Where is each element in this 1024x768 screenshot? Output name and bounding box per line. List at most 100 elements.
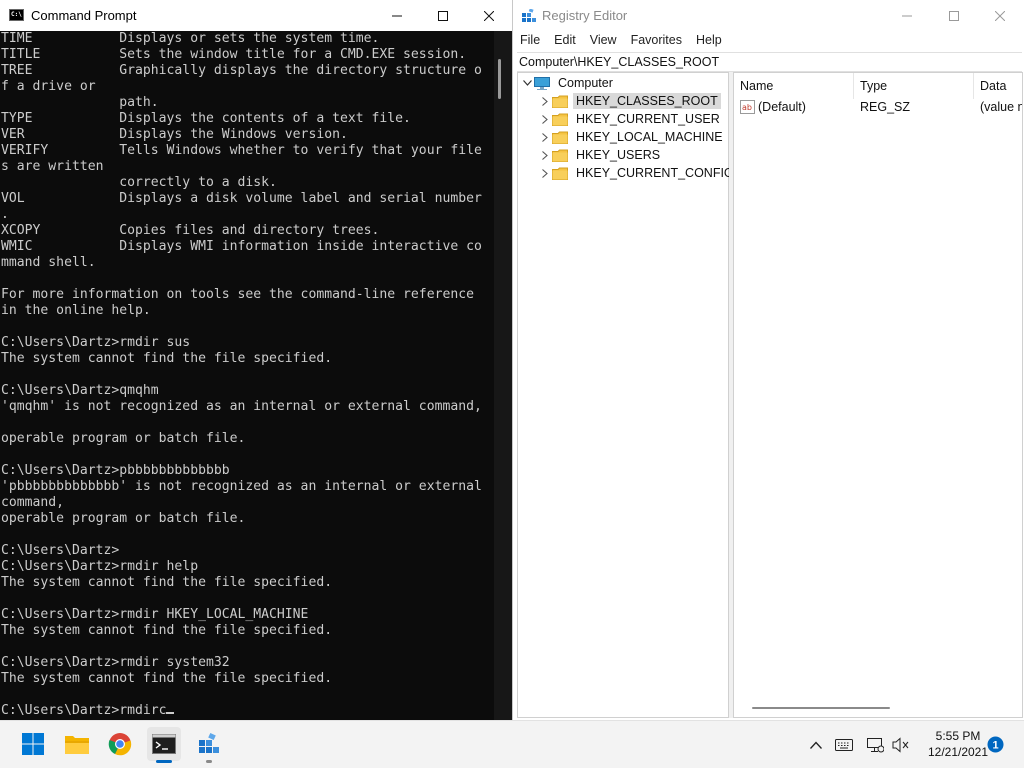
text-cursor: [165, 712, 174, 714]
regedit-titlebar[interactable]: Registry Editor: [513, 0, 1024, 31]
console-line: TITLE Sets the window title for a CMD.EX…: [1, 47, 467, 62]
taskbar-command-prompt[interactable]: [147, 727, 181, 763]
console-line: TREE Graphically displays the directory …: [1, 63, 482, 78]
console-line: operable program or batch file.: [1, 431, 246, 446]
taskbar: 5:55 PM 12/21/2021: [0, 720, 1024, 768]
keyboard-icon: [835, 739, 853, 751]
column-header-type[interactable]: Type: [854, 73, 974, 99]
string-value-icon: ab: [740, 100, 755, 114]
taskbar-file-explorer[interactable]: [60, 727, 94, 761]
console-line: mmand shell.: [1, 255, 96, 270]
maximize-icon: [438, 10, 448, 21]
chevron-down-icon[interactable]: [520, 74, 534, 92]
regedit-minimize-button[interactable]: [884, 0, 930, 31]
value-type: REG_SZ: [860, 100, 911, 114]
notification-badge[interactable]: 1: [987, 736, 1004, 758]
keyboard-layout-button[interactable]: [834, 735, 854, 755]
console-line: C:\Users\Dartz>rmdir HKEY_LOCAL_MACHINE: [1, 607, 309, 622]
tree-item-hkey-local-machine[interactable]: HKEY_LOCAL_MACHINE: [538, 128, 726, 146]
cmd-titlebar[interactable]: C:\ Command Prompt: [0, 0, 512, 31]
regedit-close-button[interactable]: [977, 0, 1023, 31]
registry-values-pane[interactable]: Name Type Data ab (Default) REG_SZ (valu…: [733, 72, 1023, 718]
taskbar-chrome[interactable]: [103, 727, 137, 761]
file-explorer-icon: [65, 736, 89, 754]
chrome-icon: [108, 733, 132, 756]
console-output[interactable]: TIME Displays or sets the system time. T…: [0, 31, 494, 720]
value-name: (Default): [758, 100, 806, 114]
start-icon: [22, 733, 44, 755]
chevron-right-icon[interactable]: [538, 164, 552, 182]
console-line: The system cannot find the file specifie…: [1, 671, 333, 686]
menu-edit[interactable]: Edit: [547, 31, 583, 51]
tree-item-label: HKEY_CURRENT_CONFIG: [576, 166, 734, 180]
cmd-window-title: Command Prompt: [31, 8, 137, 23]
tree-item-computer[interactable]: Computer: [520, 74, 616, 92]
console-line: .: [1, 207, 9, 222]
cmd-app-icon: C:\: [9, 9, 24, 21]
chevron-up-icon: [810, 741, 822, 749]
network-button[interactable]: [865, 735, 885, 755]
scrollbar-thumb[interactable]: [498, 59, 501, 99]
tree-item-label: HKEY_USERS: [576, 148, 661, 162]
registry-value-row[interactable]: ab (Default) REG_SZ (value not set): [734, 99, 1022, 117]
menu-help[interactable]: Help: [689, 31, 729, 51]
horizontal-scrollbar-thumb[interactable]: [752, 707, 890, 709]
console-prompt-line: C:\Users\Dartz>rmdirc: [1, 703, 167, 718]
console-line: in the online help.: [1, 303, 151, 318]
chevron-right-icon[interactable]: [538, 128, 552, 146]
regedit-maximize-button[interactable]: [931, 0, 977, 31]
network-disconnected-icon: [867, 738, 884, 753]
console-line: WMIC Displays WMI information inside int…: [1, 239, 482, 254]
console-line: XCOPY Copies files and directory trees.: [1, 223, 380, 238]
address-bar[interactable]: Computer\HKEY_CLASSES_ROOT: [517, 52, 1022, 72]
chevron-right-icon[interactable]: [538, 92, 552, 110]
chevron-right-icon[interactable]: [538, 110, 552, 128]
volume-muted-icon: [892, 737, 909, 753]
cmd-minimize-button[interactable]: [374, 0, 420, 31]
folder-icon: [552, 149, 568, 162]
console-text: TIME Displays or sets the system time. T…: [0, 31, 494, 719]
registry-editor-window[interactable]: Registry Editor File Edit View Favorites…: [512, 0, 1024, 720]
console-history: TIME Displays or sets the system time. T…: [1, 31, 482, 686]
value-data: (value not set): [980, 100, 1022, 114]
column-header-data[interactable]: Data: [974, 73, 1022, 99]
tree-root-label: Computer: [558, 76, 613, 90]
regedit-menubar: File Edit View Favorites Help: [513, 31, 729, 51]
svg-text:ab: ab: [742, 103, 752, 112]
regedit-window-title: Registry Editor: [542, 8, 628, 23]
cmd-vertical-scrollbar[interactable]: [494, 31, 512, 720]
minimize-icon: [902, 15, 912, 16]
chevron-right-icon[interactable]: [538, 146, 552, 164]
volume-button[interactable]: [891, 735, 911, 755]
console-line: VERIFY Tells Windows whether to verify t…: [1, 143, 482, 158]
console-line: f a drive or: [1, 79, 96, 94]
registry-tree-pane[interactable]: Computer HKEY_CLASSES_ROOT HKEY_CURRENT_…: [517, 72, 734, 718]
clock-date: 12/21/2021: [927, 745, 989, 759]
console-line: For more information on tools see the co…: [1, 287, 474, 302]
tree-item-hkey-current-user[interactable]: HKEY_CURRENT_USER: [538, 110, 723, 128]
start-button[interactable]: [16, 727, 50, 761]
notification-count-icon: 1: [987, 736, 1004, 753]
console-line: The system cannot find the file specifie…: [1, 575, 333, 590]
column-header-name[interactable]: Name: [734, 73, 854, 99]
tree-item-hkey-current-config[interactable]: HKEY_CURRENT_CONFIG: [538, 164, 737, 182]
console-line: correctly to a disk.: [119, 175, 277, 190]
tree-item-hkey-users[interactable]: HKEY_USERS: [538, 146, 663, 164]
system-clock[interactable]: 5:55 PM 12/21/2021: [920, 728, 996, 760]
console-line: 'pbbbbbbbbbbbbb' is not recognized as an…: [1, 479, 482, 494]
registry-editor-icon: [522, 9, 536, 22]
taskbar-registry-editor[interactable]: [192, 727, 226, 763]
console-line: The system cannot find the file specifie…: [1, 623, 333, 638]
console-line: C:\Users\Dartz>rmdir system32: [1, 655, 230, 670]
show-hidden-icons-button[interactable]: [806, 735, 826, 755]
menu-view[interactable]: View: [583, 31, 624, 51]
menu-file[interactable]: File: [513, 31, 547, 51]
cmd-close-button[interactable]: [466, 0, 512, 31]
console-line: TIME Displays or sets the system time.: [1, 31, 380, 46]
menu-favorites[interactable]: Favorites: [624, 31, 689, 51]
minimize-icon: [392, 15, 402, 16]
console-line: 'qmqhm' is not recognized as an internal…: [1, 399, 482, 414]
tree-item-hkey-classes-root[interactable]: HKEY_CLASSES_ROOT: [538, 92, 721, 110]
command-prompt-window[interactable]: C:\ Command Prompt TIME Displays or sets…: [0, 0, 512, 720]
cmd-maximize-button[interactable]: [420, 0, 466, 31]
